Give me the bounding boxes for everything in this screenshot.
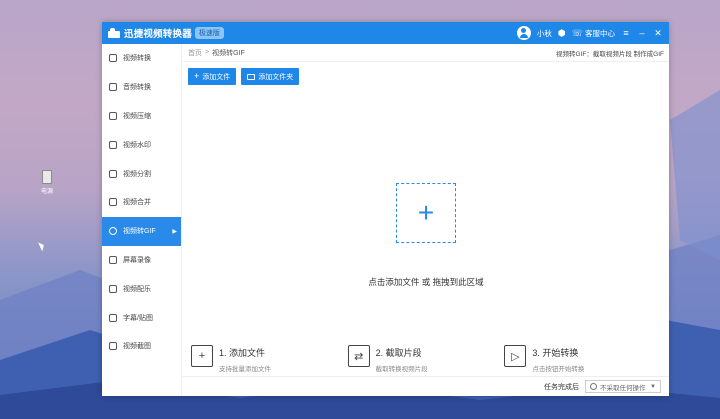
sidebar-item-label: 视频转换 (123, 55, 151, 63)
subtitle-icon (109, 313, 117, 322)
steps-guide: + 1. 添加文件 支持批量添加文件 ⇄ 2. 截取片段 截取转换视频片段 ▷ … (191, 345, 661, 373)
desktop-shortcut[interactable]: 电源 (36, 170, 58, 195)
step-title: 2. 截取片段 (375, 348, 422, 358)
service-icon: ☏ (571, 27, 583, 38)
step-subtitle: 截取转换视频片段 (375, 366, 428, 373)
menu-icon[interactable]: ≡ (621, 28, 631, 38)
gif-icon (109, 227, 117, 236)
title-bar: 迅捷视频转换器 极速版 小秋 ⬢ ☏ 客服中心 ≡ – ✕ (102, 22, 669, 44)
audio-icon (109, 83, 117, 92)
step-add-file: + 1. 添加文件 支持批量添加文件 (191, 345, 348, 373)
app-window: 迅捷视频转换器 极速版 小秋 ⬢ ☏ 客服中心 ≡ – ✕ 视频转换 音频转换 … (102, 22, 669, 396)
music-icon (109, 284, 117, 293)
step-subtitle: 点击按钮开始转换 (532, 366, 585, 373)
plus-icon: + (417, 197, 435, 228)
avatar[interactable] (516, 26, 531, 40)
compress-icon (109, 111, 117, 120)
step-convert: ▷ 3. 开始转换 点击按钮开始转换 (504, 345, 661, 373)
video-icon (109, 54, 117, 63)
merge-icon (109, 198, 117, 207)
sidebar-item-video-split[interactable]: 视频分割 (102, 159, 181, 188)
desktop-shortcut-label: 电源 (40, 189, 53, 195)
document-icon (42, 170, 52, 184)
split-icon (109, 169, 117, 178)
screenshot-icon (109, 342, 117, 351)
screen-record-icon (109, 255, 117, 264)
breadcrumb-current: 视频转GIF (212, 49, 245, 57)
main-panel: 首页 > 视频转GIF 视频转GIF：截取视频片段 制作成GIF + 添加文件 … (183, 44, 669, 396)
breadcrumb-separator: > (205, 49, 210, 56)
sidebar-item-label: 字幕/贴图 (123, 314, 153, 322)
step-subtitle: 支持批量添加文件 (219, 366, 271, 373)
plus-icon: + (194, 71, 200, 81)
sidebar-item-screen-record[interactable]: 屏幕录像 (102, 246, 181, 275)
edition-badge: 极速版 (194, 27, 224, 39)
minimize-icon[interactable]: – (637, 28, 647, 38)
add-folder-label: 添加文件夹 (258, 73, 294, 81)
status-bar: 任务完成后 不采取任何操作 ▼ (183, 376, 669, 396)
after-task-select[interactable]: 不采取任何操作 ▼ (585, 380, 661, 393)
convert-icon: ▷ (504, 345, 527, 367)
drop-zone[interactable]: + (396, 183, 456, 243)
step-title: 3. 开始转换 (532, 348, 579, 358)
sidebar-item-label: 视频截图 (123, 343, 151, 351)
app-title: 迅捷视频转换器 (124, 29, 192, 40)
sidebar-item-video-convert[interactable]: 视频转换 (102, 44, 181, 73)
toolbar: + 添加文件 添加文件夹 (188, 68, 300, 85)
sidebar-item-label: 视频分割 (123, 170, 151, 178)
sidebar-item-video-merge[interactable]: 视频合并 (102, 188, 181, 217)
sidebar-item-label: 视频合并 (123, 199, 151, 207)
sidebar-item-label: 视频配乐 (123, 285, 151, 293)
sidebar-item-label: 视频压缩 (123, 112, 151, 120)
sidebar-item-video-screenshot[interactable]: 视频截图 (102, 332, 181, 361)
watermark-icon (109, 140, 117, 149)
no-action-icon (590, 383, 597, 390)
drop-zone-hint: 点击添加文件 或 拖拽到此区域 (368, 277, 484, 287)
after-task-value: 不采取任何操作 (600, 384, 646, 392)
sidebar-item-label: 音频转换 (123, 84, 151, 92)
sidebar-item-audio-convert[interactable]: 音频转换 (102, 73, 181, 102)
sidebar-item-label: 视频水印 (123, 141, 151, 149)
sidebar-item-label: 屏幕录像 (123, 256, 151, 264)
sidebar-item-subtitle-sticker[interactable]: 字幕/贴图 (102, 303, 181, 332)
step-title: 1. 添加文件 (219, 348, 266, 358)
sidebar-item-label: 视频转GIF (123, 228, 156, 236)
clip-icon: ⇄ (347, 345, 370, 367)
username[interactable]: 小秋 (537, 28, 552, 39)
service-center-button[interactable]: ☏ 客服中心 (572, 28, 615, 39)
add-folder-button[interactable]: 添加文件夹 (241, 68, 300, 85)
chevron-right-icon: ▶ (172, 228, 177, 235)
app-logo-icon (108, 28, 120, 38)
after-task-label: 任务完成后 (544, 383, 579, 391)
service-center-label: 客服中心 (585, 28, 615, 38)
sidebar-item-video-to-gif[interactable]: 视频转GIF ▶ (102, 216, 181, 246)
add-file-icon: + (191, 345, 213, 367)
cube-icon[interactable]: ⬢ (558, 28, 566, 38)
sidebar: 视频转换 音频转换 视频压缩 视频水印 视频分割 视频合并 视频转GIF ▶ 屏幕… (102, 44, 182, 396)
add-file-button[interactable]: + 添加文件 (188, 68, 237, 85)
close-icon[interactable]: ✕ (653, 28, 663, 39)
sidebar-item-video-music[interactable]: 视频配乐 (102, 274, 181, 303)
chevron-down-icon: ▼ (650, 383, 656, 390)
breadcrumb-home[interactable]: 首页 (188, 48, 202, 58)
sidebar-item-video-watermark[interactable]: 视频水印 (102, 130, 181, 159)
folder-icon (247, 73, 256, 80)
sidebar-item-video-compress[interactable]: 视频压缩 (102, 102, 181, 131)
feature-description: 视频转GIF：截取视频片段 制作成GIF (556, 50, 664, 58)
add-file-label: 添加文件 (202, 73, 231, 81)
breadcrumb: 首页 > 视频转GIF 视频转GIF：截取视频片段 制作成GIF (183, 44, 669, 62)
step-clip: ⇄ 2. 截取片段 截取转换视频片段 (347, 345, 505, 373)
